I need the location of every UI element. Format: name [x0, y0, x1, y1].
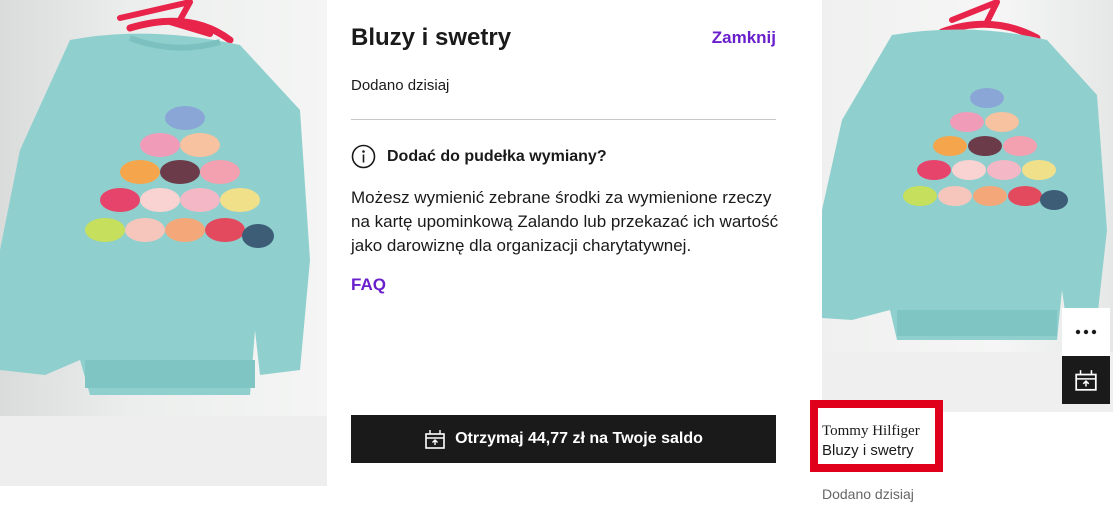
exchange-panel: Bluzy i swetry Zamknij Dodano dzisiaj Do… — [327, 0, 822, 486]
close-link[interactable]: Zamknij — [712, 28, 776, 48]
panel-title: Bluzy i swetry — [351, 24, 512, 51]
get-balance-label: Otrzymaj 44,77 zł na Twoje saldo — [455, 430, 703, 447]
added-date: Dodano dzisiaj — [351, 77, 450, 94]
info-icon — [351, 144, 376, 169]
exchange-box-icon — [1075, 370, 1097, 391]
item-category: Bluzy i swetry — [822, 442, 914, 459]
item-added-date: Dodano dzisiaj — [822, 486, 914, 502]
add-to-box-button[interactable] — [1062, 356, 1110, 404]
sweater-image — [822, 29, 1107, 340]
sweater-image — [0, 33, 310, 396]
faq-link[interactable]: FAQ — [351, 275, 386, 295]
divider — [351, 119, 776, 120]
more-options-button[interactable] — [1062, 308, 1110, 356]
info-heading: Dodać do pudełka wymiany? — [387, 147, 607, 165]
more-dots-icon — [1075, 329, 1097, 335]
product-photo-left — [0, 0, 327, 416]
get-balance-button[interactable]: Otrzymaj 44,77 zł na Twoje saldo — [351, 415, 776, 463]
brand-name[interactable]: Tommy Hilfiger — [822, 423, 920, 440]
info-row: Dodać do pudełka wymiany? — [351, 144, 607, 169]
product-photo-right — [822, 0, 1113, 352]
exchange-box-icon — [425, 430, 445, 449]
photo-left-footer — [0, 416, 327, 486]
description: Możesz wymienić zebrane środki za wymien… — [351, 188, 779, 255]
